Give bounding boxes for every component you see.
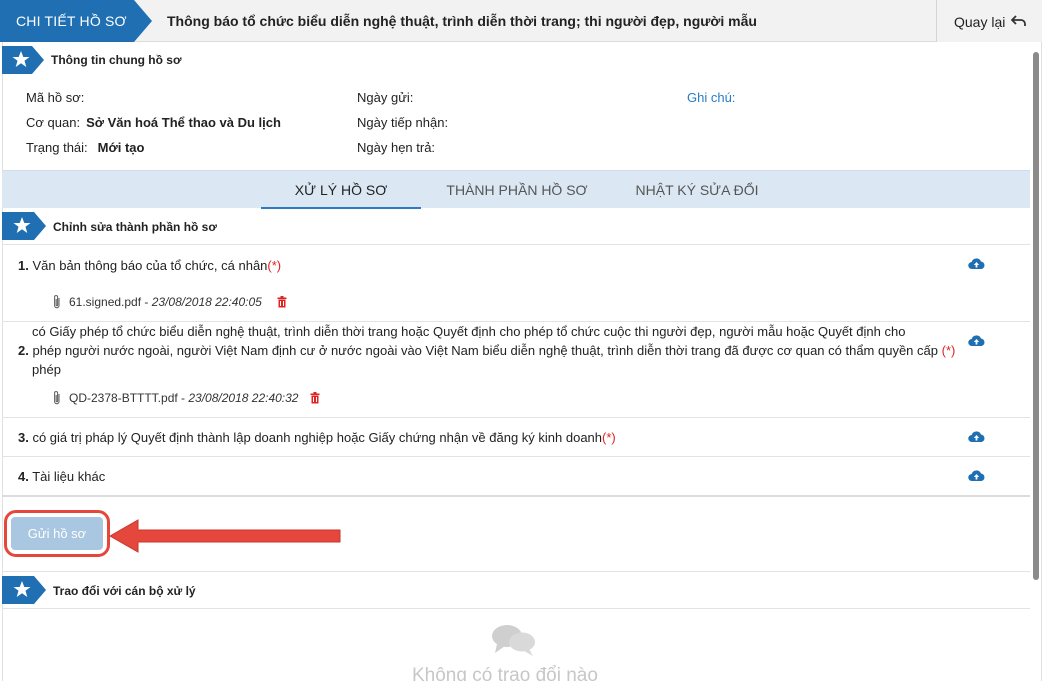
upload-cloud-icon[interactable] [968, 469, 985, 482]
ngay-tiep-nhan-label: Ngày tiếp nhận: [357, 115, 449, 130]
co-quan-label: Cơ quan: [26, 115, 81, 130]
file-date: 23/08/2018 22:40:05 [151, 295, 262, 309]
general-info-title: Thông tin chung hồ sơ [51, 53, 182, 67]
trang-thai-row: Trạng thái: Mới tạo [26, 140, 144, 155]
file-separator: - [141, 295, 152, 309]
divider [2, 456, 1030, 457]
item-number: 2. [18, 343, 29, 358]
chat-bubbles-icon [492, 625, 535, 656]
star-badge-icon [2, 46, 44, 74]
document-item-2-line1: có Giấy phép tổ chức biểu diễn nghệ thuậ… [32, 324, 906, 339]
tab-xu-ly-ho-so[interactable]: XỬ LÝ HỒ SƠ [261, 171, 421, 209]
upload-cloud-icon[interactable] [968, 430, 985, 443]
document-item-1-title: 1. Văn bản thông báo của tổ chức, cá nhâ… [18, 256, 281, 275]
ma-ho-so-row: Mã hồ sơ: [26, 90, 84, 105]
back-button[interactable]: Quay lại [936, 0, 1042, 42]
item-number: 1. [18, 258, 29, 273]
required-mark: (*) [941, 343, 956, 358]
item-title: Văn bản thông báo của tổ chức, cá nhân [32, 258, 268, 273]
ngay-gui-label: Ngày gửi: [357, 90, 414, 105]
file-entry-2[interactable]: QD-2378-BTTTT.pdf - 23/08/2018 22:40:32 [69, 391, 298, 405]
ngay-hen-tra-label: Ngày hẹn trả: [357, 140, 436, 155]
document-item-2-line3: phép [32, 362, 61, 377]
ghi-chu-label: Ghi chú: [687, 90, 736, 105]
tab-bar: XỬ LÝ HỒ SƠ THÀNH PHẦN HỒ SƠ NHẬT KÝ SỬA… [2, 170, 1030, 209]
trash-icon[interactable] [277, 296, 287, 308]
document-item-3-title: 3. có giá trị pháp lý Quyết định thành l… [18, 428, 616, 447]
ma-ho-so-label: Mã hồ sơ: [26, 90, 85, 105]
co-quan-row: Cơ quan: Sở Văn hoá Thể thao và Du lịch [26, 115, 281, 130]
paperclip-icon [54, 295, 60, 309]
star-badge-icon [2, 576, 46, 604]
file-separator: - [177, 391, 189, 405]
file-name: QD-2378-BTTTT.pdf [69, 391, 178, 405]
divider [2, 244, 1030, 245]
item-title: phép người nước ngoài, người Việt Nam đị… [32, 343, 938, 358]
upload-cloud-icon[interactable] [968, 257, 985, 270]
divider [2, 608, 1030, 609]
required-mark: (*) [267, 258, 282, 273]
back-button-label: Quay lại [954, 14, 1006, 30]
file-name: 61.signed.pdf [69, 295, 142, 309]
breadcrumb: CHI TIẾT HỒ SƠ [0, 0, 152, 42]
upload-cloud-icon[interactable] [968, 334, 985, 347]
divider [2, 571, 1030, 572]
pointer-arrow-icon [108, 519, 341, 553]
paperclip-icon [54, 391, 60, 405]
divider [2, 417, 1030, 418]
divider [2, 495, 1030, 497]
document-item-4-title: 4. Tài liệu khác [18, 467, 105, 486]
document-item-2-line2: 2. phép người nước ngoài, người Việt Nam… [18, 341, 955, 360]
components-section-header: Chỉnh sửa thành phần hồ sơ [2, 212, 302, 242]
item-title: có giá trị pháp lý Quyết định thành lập … [32, 430, 603, 445]
item-title: Tài liệu khác [32, 469, 106, 484]
scrollbar[interactable] [1033, 52, 1039, 580]
trang-thai-value: Mới tạo [97, 140, 145, 155]
general-info-section-header: Thông tin chung hồ sơ [2, 46, 302, 76]
star-badge-icon [2, 212, 46, 240]
tab-nhat-ky-sua-doi[interactable]: NHẬT KÝ SỬA ĐỔI [622, 171, 772, 209]
discussion-section-header: Trao đổi với cán bộ xử lý [2, 576, 302, 606]
item-number: 4. [18, 469, 29, 484]
required-mark: (*) [602, 430, 616, 445]
file-date: 23/08/2018 22:40:32 [188, 391, 299, 405]
co-quan-value: Sở Văn hoá Thể thao và Du lịch [86, 115, 281, 130]
breadcrumb-label: CHI TIẾT HỒ SƠ [16, 13, 127, 29]
trash-icon[interactable] [310, 392, 320, 404]
components-title: Chỉnh sửa thành phần hồ sơ [53, 220, 217, 234]
top-bar: CHI TIẾT HỒ SƠ Thông báo tổ chức biểu di… [0, 0, 1042, 42]
send-dossier-button[interactable]: Gửi hồ sơ [11, 517, 103, 550]
empty-discussion-text: Không có trao đổi nào [412, 665, 598, 681]
trang-thai-label: Trạng thái: [26, 140, 88, 155]
page-title: Thông báo tổ chức biểu diễn nghệ thuật, … [167, 13, 757, 29]
discussion-title: Trao đổi với cán bộ xử lý [53, 584, 196, 598]
undo-arrow-icon [1011, 15, 1026, 26]
file-entry-1[interactable]: 61.signed.pdf - 23/08/2018 22:40:05 [69, 295, 262, 309]
item-number: 3. [18, 430, 29, 445]
tab-thanh-phan-ho-so[interactable]: THÀNH PHẦN HỒ SƠ [432, 171, 602, 209]
